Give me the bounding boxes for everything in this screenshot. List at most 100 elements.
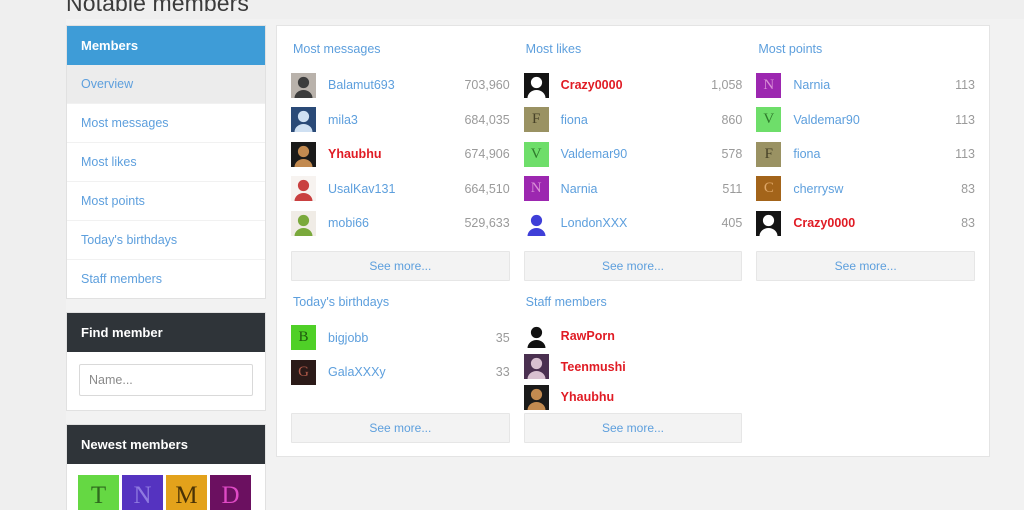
see-more-button[interactable]: See more... xyxy=(523,412,743,443)
avatar-photo-icon xyxy=(523,323,549,349)
member-count: 83 xyxy=(961,181,976,196)
avatar-photo[interactable] xyxy=(523,72,549,98)
avatar-photo[interactable] xyxy=(523,210,549,236)
member-count: 405 xyxy=(721,216,743,231)
member-count: 83 xyxy=(961,216,976,231)
member-name-link[interactable]: GalaXXXy xyxy=(316,365,496,379)
member-name-link[interactable]: Balamut693 xyxy=(316,78,464,92)
avatar-letter[interactable]: F xyxy=(756,141,782,167)
member-row: Yhaubhu 674,906 xyxy=(291,137,510,172)
member-count: 684,035 xyxy=(464,112,510,127)
avatar-photo-icon xyxy=(523,384,549,410)
see-more-button[interactable]: See more... xyxy=(291,250,510,281)
newest-members-avatar-grid: TNMDYZO xyxy=(67,464,265,510)
member-name-link[interactable]: UsalKav131 xyxy=(316,182,464,196)
sidebar-item-most-points[interactable]: Most points xyxy=(67,181,265,220)
members-nav-header: Members xyxy=(67,26,265,65)
avatar-letter[interactable]: G xyxy=(291,359,316,385)
stats-columns-row-1: Most messages Balamut693 703,960 mila3 684,0… xyxy=(277,26,989,281)
member-count: 511 xyxy=(722,181,743,196)
member-count: 1,058 xyxy=(711,78,743,93)
avatar-photo[interactable] xyxy=(291,107,316,133)
avatar-photo[interactable] xyxy=(291,72,316,98)
avatar-letter[interactable]: F xyxy=(523,107,549,133)
column-title: Most points xyxy=(758,42,823,56)
column-title: Most likes xyxy=(525,42,582,56)
newest-members-block: Newest members TNMDYZO xyxy=(66,424,266,510)
member-name-link[interactable]: Crazy0000 xyxy=(781,216,961,230)
sidebar-item-staff-members[interactable]: Staff members xyxy=(67,259,265,298)
find-member-header: Find member xyxy=(67,313,265,352)
find-member-block: Find member xyxy=(66,312,266,411)
avatar-letter[interactable]: V xyxy=(523,141,549,167)
member-name-link[interactable]: Crazy0000 xyxy=(549,78,711,92)
member-count: 35 xyxy=(495,330,510,345)
member-row: Teenmushi xyxy=(523,351,743,382)
member-name-link[interactable]: Yhaubhu xyxy=(316,147,464,161)
avatar-photo-icon xyxy=(756,210,782,236)
avatar-photo-icon xyxy=(291,72,316,98)
avatar-letter[interactable]: N xyxy=(756,72,782,98)
member-count: 33 xyxy=(495,365,510,380)
avatar-photo-icon xyxy=(523,354,549,379)
member-row: Ffiona 860 xyxy=(523,103,742,138)
avatar-photo-icon xyxy=(291,210,316,236)
find-member-input[interactable] xyxy=(79,364,253,396)
stats-columns-row-2: Today's birthdays Bbigjobb 35 G GalaXXXy 33 Se… xyxy=(277,281,989,443)
member-count: 113 xyxy=(955,112,976,127)
member-name-link[interactable]: bigjobb xyxy=(316,331,496,345)
column-title: Staff members xyxy=(525,294,607,309)
see-more-button[interactable]: See more... xyxy=(291,412,510,443)
sidebar-item-today-s-birthdays[interactable]: Today's birthdays xyxy=(67,220,265,259)
member-name-link[interactable]: mobi66 xyxy=(316,216,464,230)
member-row: Bbigjobb 35 xyxy=(291,321,510,356)
sidebar-item-most-messages[interactable]: Most messages xyxy=(67,103,265,142)
column-title: Most messages xyxy=(293,42,381,56)
member-name-link[interactable]: Narnia xyxy=(549,182,723,196)
member-name-link[interactable]: cherrysw xyxy=(781,182,961,196)
avatar-letter[interactable]: D xyxy=(210,475,251,510)
sidebar-item-most-likes[interactable]: Most likes xyxy=(67,142,265,181)
member-name-link[interactable]: Teenmushi xyxy=(549,360,743,374)
avatar-photo-icon xyxy=(523,72,549,98)
avatar-letter[interactable]: C xyxy=(756,176,782,202)
stats-column: Most messages Balamut693 703,960 mila3 684,0… xyxy=(284,42,517,281)
avatar-letter[interactable]: N xyxy=(122,475,163,510)
avatar-photo[interactable] xyxy=(523,384,549,410)
avatar-letter[interactable]: V xyxy=(756,107,782,133)
member-count: 674,906 xyxy=(464,147,510,162)
member-row: G GalaXXXy 33 xyxy=(291,355,510,390)
avatar-letter[interactable]: T xyxy=(78,475,119,510)
column-title: Today's birthdays xyxy=(293,294,390,309)
member-name-link[interactable]: Valdemar90 xyxy=(549,147,722,161)
member-row: Crazy0000 83 xyxy=(756,206,975,241)
see-more-button[interactable]: See more... xyxy=(756,250,976,281)
sidebar-item-overview[interactable]: Overview xyxy=(67,65,265,103)
avatar-photo[interactable] xyxy=(291,210,316,236)
notable-members-panel: Most messages Balamut693 703,960 mila3 684,0… xyxy=(276,25,990,457)
avatar-photo[interactable] xyxy=(523,323,549,349)
avatar-photo-icon xyxy=(291,141,316,167)
member-name-link[interactable]: Valdemar90 xyxy=(781,113,955,127)
member-row: RawPorn xyxy=(523,321,743,352)
avatar-photo[interactable] xyxy=(756,210,782,236)
member-name-link[interactable]: fiona xyxy=(549,113,722,127)
member-row: mila3 684,035 xyxy=(291,103,510,138)
avatar-letter[interactable]: M xyxy=(166,475,207,510)
member-name-link[interactable]: RawPorn xyxy=(549,329,743,343)
member-count: 578 xyxy=(721,147,743,162)
member-count: 113 xyxy=(955,78,976,93)
member-name-link[interactable]: fiona xyxy=(781,147,955,161)
member-name-link[interactable]: mila3 xyxy=(316,113,464,127)
member-name-link[interactable]: LondonXXX xyxy=(549,216,722,230)
member-name-link[interactable]: Yhaubhu xyxy=(549,390,743,404)
member-row: V Valdemar90 113 xyxy=(756,103,975,138)
avatar-photo[interactable] xyxy=(523,354,549,379)
avatar-letter[interactable]: B xyxy=(291,325,316,351)
avatar-photo[interactable] xyxy=(291,141,316,167)
see-more-button[interactable]: See more... xyxy=(523,250,743,281)
member-count: 703,960 xyxy=(464,78,510,93)
avatar-letter[interactable]: N xyxy=(523,176,549,202)
member-name-link[interactable]: Narnia xyxy=(781,78,955,92)
avatar-photo[interactable] xyxy=(291,176,316,202)
